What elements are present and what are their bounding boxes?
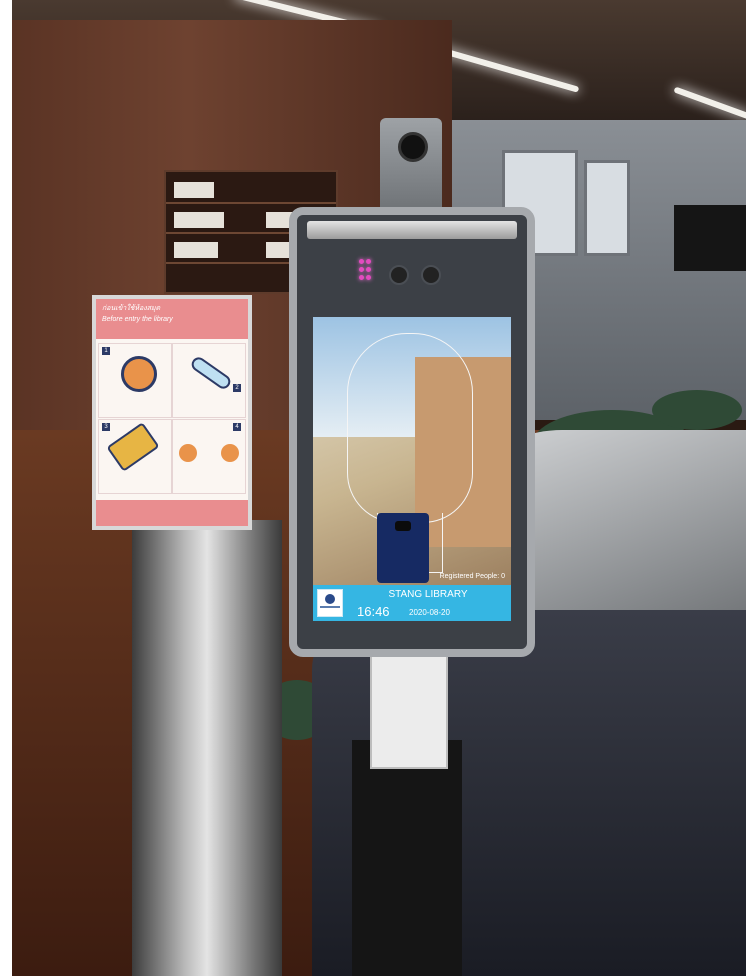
id-card-tap-icon (106, 422, 160, 472)
face-mask-icon (121, 356, 157, 392)
social-distance-icon (179, 444, 197, 462)
ir-led-icon (359, 259, 373, 285)
poster-header: ก่อนเข้าใช้ห้องสมุด Before entry the lib… (96, 299, 248, 339)
face-guide-outline (347, 333, 473, 523)
step-number: 2 (233, 384, 241, 392)
poster-step: 2 (172, 343, 246, 418)
plant (652, 390, 742, 430)
device-top-strip (307, 221, 517, 239)
window (584, 160, 630, 256)
poster-step: 3 (98, 419, 172, 494)
poster-step: 1 (98, 343, 172, 418)
poster-title-thai: ก่อนเข้าใช้ห้องสมุด (102, 305, 161, 312)
kiosk-date: 2020-08-20 (409, 608, 450, 617)
kiosk-screen: Registered People: 0 STANG LIBRARY 16:46… (313, 317, 511, 621)
wall-monitor (674, 205, 746, 271)
phone-in-feed (377, 513, 429, 583)
step-number: 3 (102, 423, 110, 431)
phone-camera-icon (395, 521, 411, 531)
camera-lens-icon (421, 265, 441, 285)
seal-icon (325, 594, 335, 604)
kiosk-stand (352, 740, 462, 976)
face-recognition-kiosk: Registered People: 0 STANG LIBRARY 16:46… (289, 207, 535, 657)
poster-footer (96, 500, 248, 526)
library-logo (317, 589, 343, 617)
kiosk-title: STANG LIBRARY (388, 589, 468, 600)
library-scene: ก่อนเข้าใช้ห้องสมุด Before entry the lib… (12, 0, 746, 976)
thermal-camera (380, 118, 442, 218)
poster-pole (132, 520, 282, 976)
poster-steps: 1 2 3 4 (96, 339, 248, 494)
poster-title-english: Before entry the library (102, 316, 173, 323)
kiosk-stand-neck (370, 655, 448, 769)
thermometer-icon (188, 354, 234, 392)
registered-count: Registered People: 0 (439, 573, 505, 580)
step-number: 4 (233, 423, 241, 431)
social-distance-icon (221, 444, 239, 462)
kiosk-time: 16:46 (357, 604, 390, 619)
camera-lens-icon (389, 265, 409, 285)
camera-lens-icon (398, 132, 428, 162)
entry-instructions-poster: ก่อนเข้าใช้ห้องสมุด Before entry the lib… (92, 295, 252, 530)
step-number: 1 (102, 347, 110, 355)
poster-step: 4 (172, 419, 246, 494)
kiosk-info-bar: STANG LIBRARY 16:46 2020-08-20 (313, 585, 511, 621)
